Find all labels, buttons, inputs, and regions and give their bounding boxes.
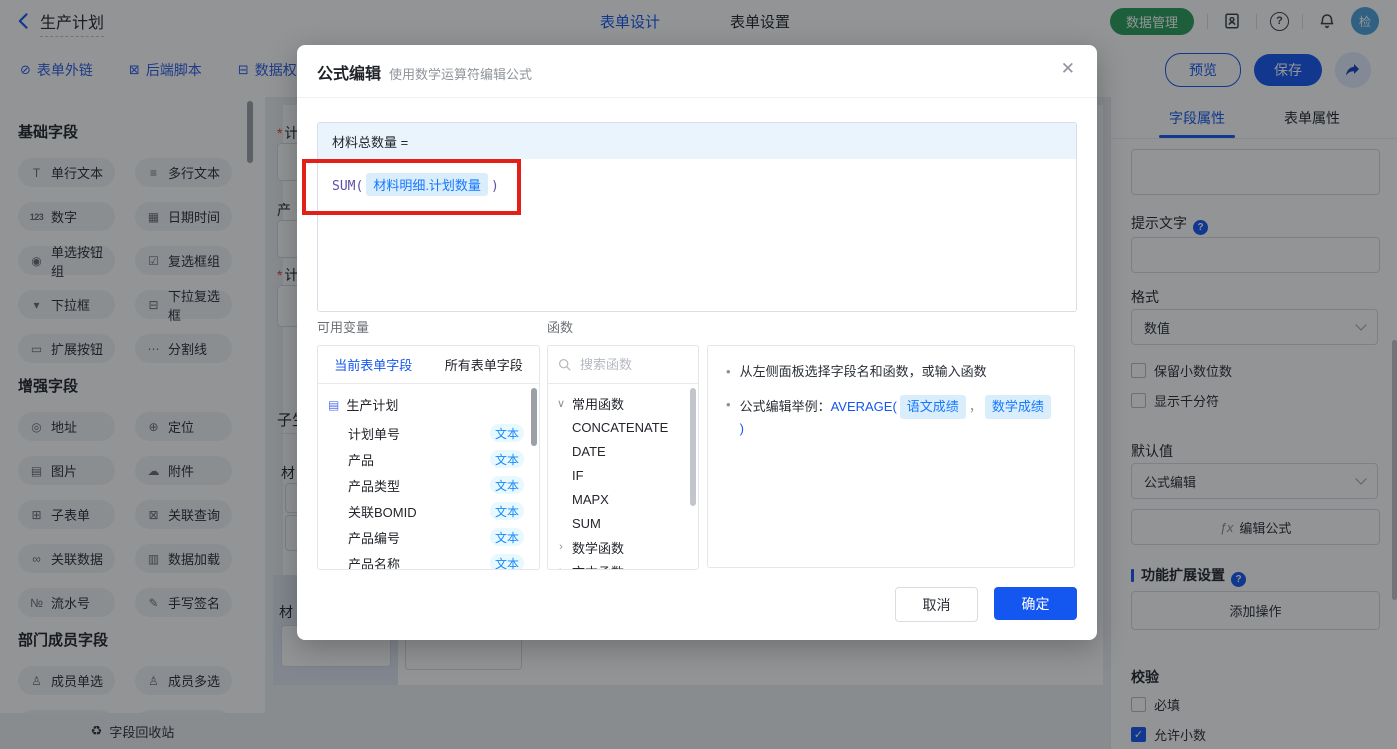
form-designer-app: 生产计划 表单设计 表单设置 数据管理 ? 检 ⊘ 表单外链 ⊠ 后端脚本 ⊟ … [0,0,1397,749]
variable-row[interactable]: 产品名称 文本 [318,550,539,570]
type-badge: 文本 [490,476,524,494]
type-badge: 文本 [490,424,524,442]
modal-title: 公式编辑 [317,66,382,83]
formula-editor-modal: 公式编辑 使用数学运算符编辑公式 ✕ 材料总数量 = SUM(材料明细.计划数量… [297,45,1097,640]
function-search [548,346,698,384]
example-function-close: ) [739,421,744,436]
variable-name: 关联BOMID [348,504,417,520]
tab-all-form-fields[interactable]: 所有表单字段 [429,355,540,374]
variable-row[interactable]: 产品 文本 [318,446,539,472]
type-badge: 文本 [490,450,524,468]
formula-editor-box: 材料总数量 = SUM(材料明细.计划数量) [317,122,1077,312]
variable-name: 产品 [348,452,375,468]
variable-name: 产品名称 [348,556,401,570]
tree-root-form[interactable]: ▤ 生产计划 [318,391,539,420]
modal-header: 公式编辑 使用数学运算符编辑公式 ✕ [297,45,1097,98]
tab-current-form-fields[interactable]: 当前表单字段 [318,355,429,374]
variables-label: 可用变量 [317,320,370,335]
function-search-input[interactable] [578,356,682,373]
formula-lhs: 材料总数量 = [332,134,409,150]
document-icon: ▤ [328,397,340,412]
function-group-label: 数学函数 [572,540,625,556]
function-item-if[interactable]: IF [548,463,698,487]
function-group-common[interactable]: ∨ 常用函数 [548,391,698,415]
variables-panel: 当前表单字段 所有表单字段 ▤ 生产计划 计划单号 文本 产品 文本 产品类型 文本 … [317,345,540,570]
help-example: 公式编辑举例：AVERAGE(语文成绩，数学成绩) [740,395,1056,439]
close-icon[interactable]: ✕ [1061,59,1075,79]
cancel-button[interactable]: 取消 [895,587,978,622]
functions-scrollbar[interactable] [690,388,696,506]
search-icon [558,358,571,371]
type-badge: 文本 [490,502,524,520]
chevron-collapsed-icon: › [556,565,566,569]
help-text: 从左侧面板选择字段名和函数，或输入函数 [739,364,987,379]
example-token-2: 数学成绩 [984,395,1051,419]
type-badge: 文本 [490,554,524,569]
function-item-mapx[interactable]: MAPX [548,487,698,511]
function-group-label: 常用函数 [572,396,625,412]
variables-tabs: 当前表单字段 所有表单字段 [318,346,539,384]
help-line-2: • 公式编辑举例：AVERAGE(语文成绩，数学成绩) [726,395,1056,439]
function-item-date[interactable]: DATE [548,439,698,463]
function-group-text[interactable]: › 文本函数 [548,559,698,570]
modal-subtitle: 使用数学运算符编辑公式 [389,67,533,82]
function-group-math[interactable]: › 数学函数 [548,535,698,559]
variable-name: 计划单号 [348,426,401,442]
functions-label: 函数 [547,320,574,335]
variable-row[interactable]: 产品类型 文本 [318,472,539,498]
function-item-sum[interactable]: SUM [548,511,698,535]
annotation-highlight-box [302,159,521,215]
tree-root-label: 生产计划 [346,398,399,413]
variables-scrollbar[interactable] [531,388,537,446]
variable-row[interactable]: 关联BOMID 文本 [318,498,539,524]
formula-target: 材料总数量 = [318,123,1076,159]
function-group-label: 文本函数 [572,562,624,570]
variable-name: 产品编号 [348,530,401,546]
chevron-expanded-icon: ∨ [556,397,566,410]
functions-tree: ∨ 常用函数 CONCATENATE DATE IF MAPX SUM › 数学… [548,383,698,570]
variable-name: 产品类型 [348,478,401,494]
formula-help-panel: • 从左侧面板选择字段名和函数，或输入函数 • 公式编辑举例：AVERAGE(语… [707,345,1075,568]
example-function-open: AVERAGE( [830,399,897,414]
type-badge: 文本 [490,528,524,546]
example-comma: ， [968,399,982,414]
bullet: • [726,397,731,412]
function-item-concatenate[interactable]: CONCATENATE [548,415,698,439]
bullet: • [726,364,731,379]
functions-panel: ∨ 常用函数 CONCATENATE DATE IF MAPX SUM › 数学… [547,345,699,570]
help-example-prefix: 公式编辑举例： [739,399,831,414]
confirm-button[interactable]: 确定 [994,587,1077,620]
variable-row[interactable]: 计划单号 文本 [318,420,539,446]
variable-row[interactable]: 产品编号 文本 [318,524,539,550]
chevron-collapsed-icon: › [559,541,563,553]
help-line-1: • 从左侧面板选择字段名和函数，或输入函数 [726,362,1056,382]
modal-footer: 取消 确定 [895,587,1077,622]
variables-tree: ▤ 生产计划 计划单号 文本 产品 文本 产品类型 文本 关联BOMID 文本 产品编号… [318,383,539,569]
example-token-1: 语文成绩 [899,395,966,419]
